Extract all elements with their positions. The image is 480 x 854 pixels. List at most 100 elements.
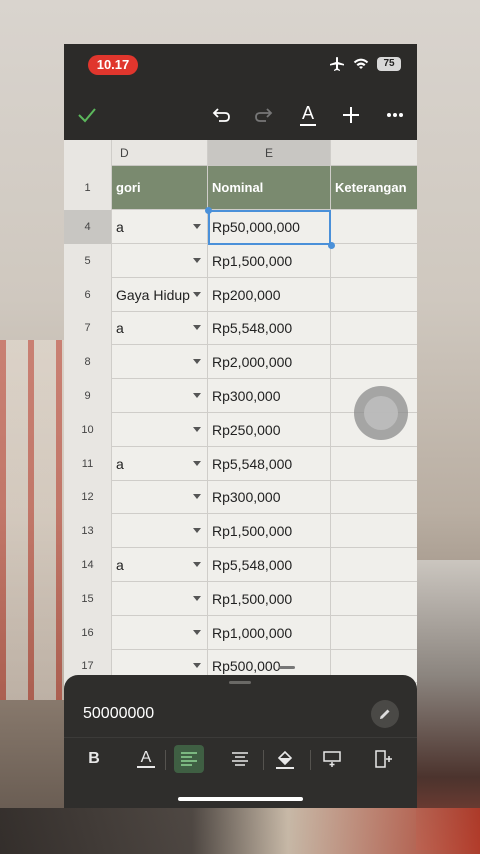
nominal-cell[interactable]: Rp1,500,000 (208, 514, 331, 549)
insert-column-button[interactable] (369, 745, 399, 773)
keterangan-cell[interactable] (331, 311, 417, 345)
fill-color-button[interactable] (270, 745, 300, 773)
dropdown-arrow-icon[interactable] (193, 426, 201, 432)
row-number[interactable]: 7 (64, 311, 112, 346)
corner-cell[interactable] (64, 140, 112, 166)
kategori-cell[interactable]: a (112, 311, 208, 346)
nominal-cell[interactable]: Rp300,000 (208, 379, 331, 413)
row-number[interactable]: 12 (64, 480, 112, 515)
selection-handle-top[interactable] (205, 207, 212, 214)
header-cell-nominal[interactable]: Nominal (208, 166, 331, 210)
keterangan-cell[interactable] (331, 548, 417, 582)
selection-handle-bottom[interactable] (328, 242, 335, 249)
row-number[interactable]: 8 (64, 345, 112, 380)
insert-row-icon (323, 751, 341, 767)
row-number[interactable]: 1 (64, 166, 112, 210)
insert-row-button[interactable] (317, 745, 347, 773)
kategori-cell[interactable]: Gaya Hidup (112, 277, 208, 312)
header-cell-kategori[interactable]: gori (112, 166, 208, 210)
row-number[interactable]: 4 (64, 210, 112, 244)
kategori-cell[interactable] (112, 412, 208, 447)
home-indicator[interactable] (178, 797, 303, 801)
column-header-e[interactable]: E (208, 140, 331, 166)
dropdown-arrow-icon[interactable] (193, 629, 201, 635)
table-row: 13 Rp1,500,000 (64, 514, 417, 549)
text-color-button[interactable]: A (131, 745, 161, 773)
keterangan-cell[interactable] (331, 278, 417, 312)
kategori-cell[interactable]: a (112, 210, 208, 244)
keterangan-cell[interactable] (331, 480, 417, 514)
redo-button[interactable] (249, 100, 279, 130)
text-format-button[interactable]: A (293, 100, 323, 130)
row-number[interactable]: 16 (64, 615, 112, 650)
dropdown-arrow-icon[interactable] (193, 291, 201, 297)
dropdown-arrow-icon[interactable] (193, 325, 201, 331)
keterangan-cell[interactable] (331, 582, 417, 616)
undo-button[interactable] (206, 100, 236, 130)
row-number[interactable]: 13 (64, 514, 112, 549)
formula-value[interactable]: 50000000 (83, 705, 154, 723)
keterangan-cell[interactable] (331, 514, 417, 548)
panel-grab-handle[interactable] (229, 681, 251, 684)
nominal-cell[interactable]: Rp2,000,000 (208, 345, 331, 380)
nominal-cell[interactable]: Rp300,000 (208, 480, 331, 515)
row-number[interactable]: 11 (64, 446, 112, 481)
row-number[interactable]: 5 (64, 243, 112, 278)
row-number[interactable]: 10 (64, 412, 112, 447)
add-button[interactable] (336, 100, 366, 130)
dropdown-arrow-icon[interactable] (193, 460, 201, 466)
row-number[interactable]: 9 (64, 379, 112, 413)
done-button[interactable] (72, 100, 102, 130)
table-row: 8 Rp2,000,000 (64, 345, 417, 380)
row-number[interactable]: 15 (64, 581, 112, 616)
kategori-cell[interactable]: a (112, 548, 208, 582)
kategori-cell[interactable] (112, 379, 208, 413)
scroll-indicator[interactable] (279, 666, 295, 669)
kategori-cell[interactable] (112, 480, 208, 515)
kategori-cell[interactable] (112, 514, 208, 549)
keterangan-cell[interactable] (331, 244, 417, 278)
align-center-button[interactable] (225, 745, 255, 773)
more-options-button[interactable] (380, 100, 410, 130)
align-center-icon (232, 752, 248, 766)
header-cell-keterangan[interactable]: Keterangan (331, 166, 417, 210)
nominal-cell[interactable]: Rp5,548,000 (208, 311, 331, 346)
dropdown-arrow-icon[interactable] (193, 393, 201, 398)
column-header-f[interactable] (331, 140, 417, 166)
nominal-cell[interactable]: Rp5,548,000 (208, 446, 331, 481)
kategori-text: a (116, 557, 124, 573)
nominal-cell[interactable]: Rp1,000,000 (208, 615, 331, 650)
nominal-cell[interactable]: Rp50,000,000 (208, 210, 331, 244)
column-header-d[interactable]: D (112, 140, 208, 166)
nominal-cell[interactable]: Rp200,000 (208, 277, 331, 312)
dropdown-arrow-icon[interactable] (193, 494, 201, 500)
align-left-button[interactable] (174, 745, 204, 773)
row-number[interactable]: 14 (64, 548, 112, 582)
nominal-cell[interactable]: Rp5,548,000 (208, 548, 331, 582)
keterangan-cell[interactable] (331, 210, 417, 244)
dropdown-arrow-icon[interactable] (193, 663, 201, 669)
dropdown-arrow-icon[interactable] (193, 224, 201, 229)
kategori-cell[interactable] (112, 615, 208, 650)
keterangan-cell[interactable] (331, 345, 417, 379)
bold-button[interactable]: B (79, 745, 109, 773)
kategori-cell[interactable] (112, 581, 208, 616)
dropdown-arrow-icon[interactable] (193, 595, 201, 601)
kategori-cell[interactable]: a (112, 446, 208, 481)
assistive-touch-button[interactable] (354, 386, 408, 440)
nominal-cell[interactable]: Rp1,500,000 (208, 243, 331, 278)
table-row: 5 Rp1,500,000 (64, 243, 417, 278)
dropdown-arrow-icon[interactable] (193, 528, 201, 534)
kategori-cell[interactable] (112, 345, 208, 380)
dropdown-arrow-icon[interactable] (193, 359, 201, 365)
text-format-label: A (301, 103, 314, 123)
dropdown-arrow-icon[interactable] (193, 257, 201, 263)
keterangan-cell[interactable] (331, 447, 417, 481)
keterangan-cell[interactable] (331, 616, 417, 650)
nominal-cell[interactable]: Rp250,000 (208, 412, 331, 447)
nominal-cell[interactable]: Rp1,500,000 (208, 581, 331, 616)
dropdown-arrow-icon[interactable] (193, 562, 201, 567)
kategori-cell[interactable] (112, 243, 208, 278)
row-number[interactable]: 6 (64, 277, 112, 312)
edit-formula-button[interactable] (371, 700, 399, 728)
